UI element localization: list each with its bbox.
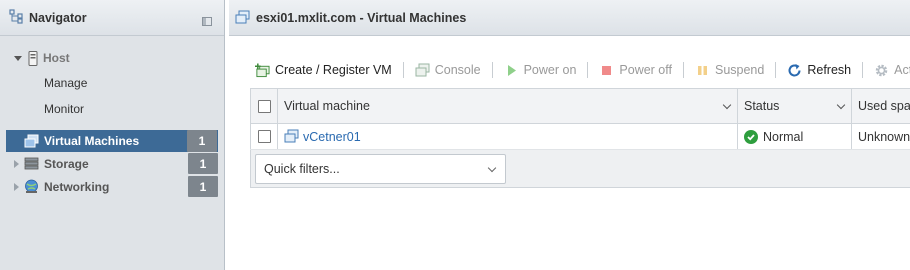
caret-down-icon[interactable] bbox=[14, 55, 22, 61]
column-header-used-space[interactable]: Used space bbox=[852, 89, 910, 123]
table-header: Virtual machine Status Used space bbox=[250, 89, 910, 124]
chevron-down-icon[interactable] bbox=[836, 100, 846, 110]
chevron-down-icon[interactable] bbox=[487, 163, 497, 173]
power-off-button[interactable]: Power off bbox=[597, 63, 674, 78]
create-register-vm-button[interactable]: Create / Register VM bbox=[253, 62, 394, 78]
main-header: esxi01.mxlit.com - Virtual Machines bbox=[229, 0, 910, 36]
nav-manage[interactable]: Manage bbox=[0, 70, 224, 96]
vm-status-label: Normal bbox=[763, 129, 804, 144]
column-header-vm[interactable]: Virtual machine bbox=[278, 89, 738, 123]
toolbar: Create / Register VM Console Power on Po… bbox=[253, 58, 910, 82]
storage-icon bbox=[24, 156, 39, 171]
navigator-title: Navigator bbox=[29, 10, 87, 25]
nav-virtual-machines[interactable]: Virtual Machines 1 bbox=[6, 130, 218, 152]
nav-networking-label: Networking bbox=[44, 179, 110, 194]
nav-monitor-label: Monitor bbox=[44, 102, 85, 116]
nav-virtual-machines-label: Virtual Machines bbox=[44, 134, 140, 148]
quick-filters-label: Quick filters... bbox=[264, 162, 340, 176]
check-circle-icon bbox=[744, 129, 758, 144]
column-header-used-label: Used space bbox=[858, 99, 910, 113]
vm-icon bbox=[24, 134, 39, 149]
vm-name-link[interactable]: vCetner01 bbox=[303, 130, 361, 144]
stop-icon bbox=[599, 63, 614, 78]
power-on-button[interactable]: Power on bbox=[502, 63, 579, 78]
vm-status-cell: Normal bbox=[738, 124, 852, 149]
caret-right-icon[interactable] bbox=[14, 159, 19, 168]
refresh-label: Refresh bbox=[807, 63, 852, 77]
suspend-label: Suspend bbox=[714, 63, 765, 77]
suspend-button[interactable]: Suspend bbox=[693, 63, 766, 78]
column-header-vm-label: Virtual machine bbox=[284, 99, 370, 113]
vm-icon bbox=[235, 10, 250, 25]
row-checkbox[interactable] bbox=[257, 130, 271, 143]
console-label: Console bbox=[434, 63, 481, 77]
toolbar-divider bbox=[775, 62, 777, 78]
network-icon bbox=[24, 179, 39, 194]
vm-icon bbox=[284, 129, 299, 144]
vm-count-badge: 1 bbox=[187, 130, 217, 152]
actions-button[interactable]: Actions bbox=[872, 63, 910, 78]
table-row[interactable]: vCetner01 Normal Unknown bbox=[250, 124, 910, 150]
actions-label: Actions bbox=[894, 63, 910, 77]
vm-used-space-cell: Unknown bbox=[852, 124, 910, 149]
storage-count-badge: 1 bbox=[188, 153, 218, 174]
vm-used-space-value: Unknown bbox=[858, 129, 910, 144]
power-off-label: Power off bbox=[619, 63, 672, 77]
navigator-panel: Navigator Host Manage Monitor Virtual Ma… bbox=[0, 0, 225, 270]
collapse-panel-icon[interactable] bbox=[202, 17, 212, 26]
create-vm-icon bbox=[255, 62, 270, 78]
nav-storage[interactable]: Storage 1 bbox=[0, 152, 224, 175]
toolbar-divider bbox=[491, 62, 493, 78]
nav-networking[interactable]: Networking 1 bbox=[0, 175, 224, 198]
toolbar-divider bbox=[862, 62, 864, 78]
nav-storage-label: Storage bbox=[44, 156, 89, 171]
row-select-cell bbox=[250, 124, 278, 149]
nav-manage-label: Manage bbox=[44, 76, 88, 90]
networking-count-badge: 1 bbox=[188, 176, 218, 197]
vm-name-cell: vCetner01 bbox=[278, 124, 738, 149]
column-header-status[interactable]: Status bbox=[738, 89, 852, 123]
console-icon bbox=[415, 63, 430, 78]
navigator-header: Navigator bbox=[0, 0, 224, 36]
select-all-cell bbox=[250, 89, 278, 123]
main-panel: esxi01.mxlit.com - Virtual Machines Crea… bbox=[229, 0, 910, 270]
column-header-status-label: Status bbox=[744, 99, 780, 113]
nav-host-label: Host bbox=[43, 51, 70, 65]
gear-icon bbox=[874, 63, 889, 78]
host-icon bbox=[28, 50, 38, 66]
pause-icon bbox=[695, 63, 710, 78]
refresh-icon bbox=[787, 63, 802, 78]
quick-filters-select[interactable]: Quick filters... bbox=[255, 154, 506, 184]
caret-right-icon[interactable] bbox=[14, 182, 19, 191]
play-icon bbox=[504, 63, 519, 78]
toolbar-divider bbox=[587, 62, 589, 78]
page-title: esxi01.mxlit.com - Virtual Machines bbox=[256, 10, 467, 25]
create-register-vm-label: Create / Register VM bbox=[275, 63, 392, 77]
chevron-down-icon[interactable] bbox=[722, 100, 732, 110]
navigator-icon bbox=[9, 8, 24, 27]
filter-bar: Quick filters... bbox=[250, 150, 910, 188]
nav-monitor[interactable]: Monitor bbox=[0, 96, 224, 122]
toolbar-divider bbox=[402, 62, 404, 78]
power-on-label: Power on bbox=[523, 63, 577, 77]
toolbar-divider bbox=[682, 62, 684, 78]
vm-table: Virtual machine Status Used space bbox=[250, 88, 910, 188]
select-all-checkbox[interactable] bbox=[257, 99, 271, 113]
refresh-button[interactable]: Refresh bbox=[785, 63, 853, 78]
nav-host[interactable]: Host bbox=[0, 46, 224, 70]
console-button[interactable]: Console bbox=[413, 63, 483, 78]
